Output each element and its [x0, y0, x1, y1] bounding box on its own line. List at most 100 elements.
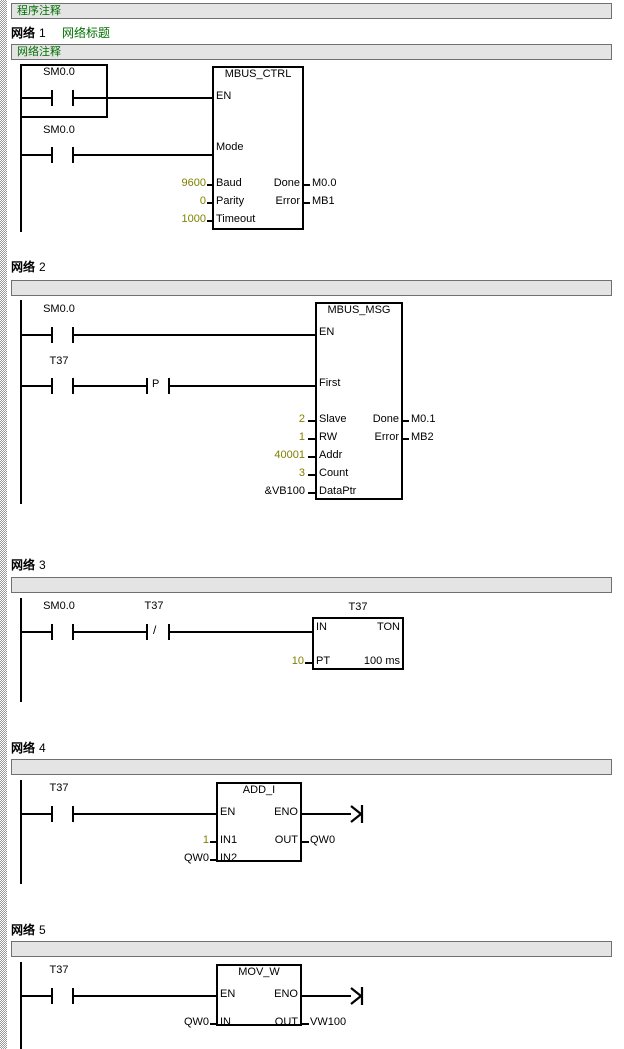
- editor-left-margin: [0, 0, 7, 1049]
- network-1-rung-2-contact-label: SM0.0: [43, 124, 75, 136]
- program-comment-bar[interactable]: 程序注释: [11, 3, 612, 19]
- network-5-comment-bar[interactable]: [11, 941, 612, 957]
- network-5-pin-eno: ENO: [274, 988, 298, 1000]
- network-4-rung-1-wire-right: [73, 813, 217, 815]
- network-1-value-timeout[interactable]: 1000: [150, 213, 206, 225]
- network-2-value-count[interactable]: 3: [245, 467, 305, 479]
- network-2-pin-error: Error: [374, 431, 399, 443]
- network-5-pin-en: EN: [220, 988, 236, 1000]
- network-2-stub-dataptr: [308, 492, 316, 494]
- network-5-number: 5: [39, 923, 46, 937]
- network-4-rung-1-contact-label: T37: [49, 782, 69, 794]
- network-5-rung-1-contact-label: T37: [49, 964, 69, 976]
- network-2-pin-rw: RW: [319, 431, 338, 443]
- network-3-contact-2-bar-left[interactable]: [146, 624, 148, 640]
- network-1-pin-en: EN: [216, 90, 232, 102]
- network-3-rung-1-wire-mid: [73, 631, 147, 633]
- network-2-stub-rw: [308, 438, 316, 440]
- network-3-rung-1-contact-1-label: SM0.0: [43, 600, 75, 612]
- network-5-eno-continuation-arrow: [350, 987, 364, 1005]
- network-4-value-in2[interactable]: QW0: [155, 852, 209, 864]
- network-4-operand-out[interactable]: QW0: [310, 834, 335, 846]
- network-2-operand-done[interactable]: M0.1: [411, 413, 435, 425]
- network-2-rung-1-contact-bar-left[interactable]: [51, 327, 53, 343]
- network-2-block-title: MBUS_MSG: [327, 304, 391, 316]
- network-2-keyword: 网络: [11, 260, 36, 274]
- network-2-value-dataptr[interactable]: &VB100: [245, 485, 305, 497]
- network-2-stub-addr: [308, 456, 316, 458]
- network-1-pin-mode: Mode: [216, 141, 244, 153]
- network-4-pin-out: OUT: [274, 834, 298, 846]
- network-5-operand-out[interactable]: VW100: [310, 1016, 346, 1028]
- network-1-pin-baud: Baud: [216, 177, 242, 189]
- network-4-pin-in1: IN1: [220, 834, 238, 846]
- network-2-rung-1-wire-right: [73, 334, 316, 336]
- network-5-power-rail: [20, 962, 22, 1049]
- network-4-contact-bar-left[interactable]: [51, 806, 53, 822]
- network-1-block-title: MBUS_CTRL: [224, 68, 292, 80]
- network-4-keyword: 网络: [11, 741, 36, 755]
- network-5-pin-out: OUT: [274, 1016, 298, 1028]
- network-2-rung-1-contact-label: SM0.0: [43, 303, 75, 315]
- network-2-stub-count: [308, 474, 316, 476]
- network-1-comment-bar[interactable]: 网络注释: [11, 44, 612, 60]
- network-1-value-baud[interactable]: 9600: [150, 177, 206, 189]
- network-4-value-in1[interactable]: 1: [155, 834, 209, 846]
- network-3-pin-ton: TON: [376, 621, 400, 633]
- network-4-stub-in1: [210, 841, 217, 843]
- network-2-rung-2-contact-bar-left[interactable]: [51, 378, 53, 394]
- network-2-pin-en: EN: [319, 326, 335, 338]
- network-2-pin-done: Done: [372, 413, 399, 425]
- network-2-pin-count: Count: [319, 467, 349, 479]
- network-4-number: 4: [39, 741, 46, 755]
- network-2-value-slave[interactable]: 2: [245, 413, 305, 425]
- network-1-comment-text: 网络注释: [17, 46, 61, 58]
- network-1-operand-error[interactable]: MB1: [312, 195, 335, 207]
- network-1-stub-error: [303, 202, 310, 204]
- network-1-rung-2-wire-right: [73, 154, 213, 156]
- network-3-contact-1-bar-left[interactable]: [51, 624, 53, 640]
- network-5-value-in[interactable]: QW0: [155, 1016, 209, 1028]
- network-2-rung-2-ptrans-bar-left[interactable]: [146, 378, 148, 394]
- network-2-rung-2-contact-label: T37: [49, 355, 69, 367]
- network-2-operand-error[interactable]: MB2: [411, 431, 434, 443]
- network-3-pin-in: IN: [316, 621, 327, 633]
- network-3-rung-1-contact-2-label: T37: [144, 600, 164, 612]
- network-4-block-title: ADD_I: [242, 784, 276, 796]
- network-4-label: 网络 4: [11, 739, 46, 756]
- network-4-pin-en: EN: [220, 806, 236, 818]
- network-4-eno-continuation-arrow: [350, 805, 364, 823]
- network-3-label: 网络 3: [11, 556, 46, 573]
- network-1-stub-parity: [207, 202, 213, 204]
- network-1-selection-box[interactable]: [20, 64, 108, 118]
- network-5-contact-bar-left[interactable]: [51, 988, 53, 1004]
- network-3-rung-1-wire-right: [169, 631, 313, 633]
- network-3-pin-timebase: 100 ms: [363, 655, 400, 667]
- network-3-value-pt[interactable]: 10: [250, 655, 304, 667]
- network-2-value-rw[interactable]: 1: [245, 431, 305, 443]
- network-2-power-rail: [20, 300, 22, 504]
- network-1-number: 1: [39, 26, 46, 40]
- network-1-rung-2-contact-bar-left[interactable]: [51, 147, 53, 163]
- network-2-stub-error: [402, 438, 409, 440]
- network-3-power-rail: [20, 598, 22, 702]
- network-4-comment-bar[interactable]: [11, 759, 612, 775]
- network-3-comment-bar[interactable]: [11, 577, 612, 593]
- network-3-number: 3: [39, 558, 46, 572]
- network-1-keyword: 网络: [11, 26, 36, 40]
- network-1-stub-timeout: [207, 220, 213, 222]
- network-5-stub-in: [210, 1023, 217, 1025]
- network-5-rung-1-wire-right: [73, 995, 217, 997]
- network-3-block-title: T37: [348, 601, 368, 613]
- network-4-pin-in2: IN2: [220, 852, 238, 864]
- network-1-rung-2-wire-left: [20, 154, 52, 156]
- network-1-title[interactable]: 网络标题: [62, 24, 110, 41]
- network-1-stub-done: [303, 184, 310, 186]
- network-2-stub-slave: [308, 420, 316, 422]
- network-2-comment-bar[interactable]: [11, 280, 612, 296]
- network-5-stub-out: [301, 1023, 309, 1025]
- network-4-stub-out: [301, 841, 309, 843]
- network-1-value-parity[interactable]: 0: [150, 195, 206, 207]
- network-1-operand-done[interactable]: M0.0: [312, 177, 336, 189]
- network-2-value-addr[interactable]: 40001: [245, 449, 305, 461]
